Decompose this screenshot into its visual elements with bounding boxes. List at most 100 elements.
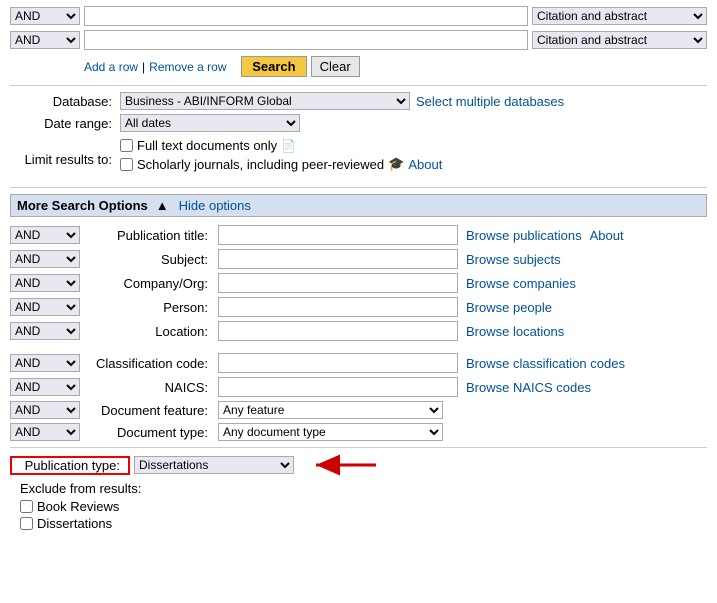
clear-button[interactable]: Clear (311, 56, 360, 77)
exclude-book-reviews-checkbox[interactable] (20, 500, 33, 513)
adv-rows-section-1: ANDORNOT Publication title: Browse publi… (10, 225, 707, 341)
browse-publications-link[interactable]: Browse publications (466, 228, 582, 243)
pub-title-input[interactable] (218, 225, 458, 245)
pub-type-label: Publication type: (10, 456, 130, 475)
search-button[interactable]: Search (241, 56, 306, 77)
browse-locations-link[interactable]: Browse locations (466, 324, 564, 339)
pub-title-row: ANDORNOT Publication title: Browse publi… (10, 225, 707, 245)
classification-label: Classification code: (84, 356, 214, 371)
browse-classification-link[interactable]: Browse classification codes (466, 356, 625, 371)
person-input[interactable] (218, 297, 458, 317)
browse-naics-link[interactable]: Browse NAICS codes (466, 380, 591, 395)
divider-2 (10, 187, 707, 188)
location-row: ANDORNOT Location: Browse locations (10, 321, 707, 341)
naics-row: ANDORNOT NAICS: Browse NAICS codes (10, 377, 707, 397)
naics-label: NAICS: (84, 380, 214, 395)
limit-options: Full text documents only 📄 Scholarly jou… (120, 138, 442, 175)
divider-3 (10, 447, 707, 448)
exclude-dissertations-label: Dissertations (37, 516, 112, 531)
more-options-label: More Search Options (17, 198, 148, 213)
subject-input[interactable] (218, 249, 458, 269)
classification-operator[interactable]: ANDORNOT (10, 354, 80, 372)
company-input[interactable] (218, 273, 458, 293)
browse-subjects-link[interactable]: Browse subjects (466, 252, 561, 267)
doc-type-select[interactable]: Any document type Article Book review Di… (218, 423, 443, 441)
doc-type-operator[interactable]: ANDORNOT (10, 423, 80, 441)
adv-rows-section-2: ANDORNOT Classification code: Browse cla… (10, 353, 707, 441)
about-publications-link[interactable]: About (590, 228, 624, 243)
divider-1 (10, 85, 707, 86)
search-input-1[interactable] (84, 6, 528, 26)
operator-select-1[interactable]: ANDORNOT (10, 7, 80, 25)
doc-feature-select[interactable]: Any feature Charts Diagrams Graphs Maps … (218, 401, 443, 419)
location-label: Location: (84, 324, 214, 339)
red-arrow-icon (306, 454, 386, 476)
person-label: Person: (84, 300, 214, 315)
exclude-section: Exclude from results: Book Reviews Disse… (20, 481, 707, 531)
operator-select-2[interactable]: ANDORNOT (10, 31, 80, 49)
exclude-book-reviews-label: Book Reviews (37, 499, 119, 514)
pub-type-row: Publication type: All Dissertations Jour… (10, 454, 707, 476)
classification-input[interactable] (218, 353, 458, 373)
doc-feature-operator[interactable]: ANDORNOT (10, 401, 80, 419)
naics-input[interactable] (218, 377, 458, 397)
subject-label: Subject: (84, 252, 214, 267)
add-row-link[interactable]: Add a row (84, 60, 138, 74)
search-row-2: ANDORNOT Citation and abstract Title Abs… (10, 30, 707, 50)
exclude-dissertations-checkbox[interactable] (20, 517, 33, 530)
separator: | (142, 60, 145, 74)
hide-options-link[interactable]: Hide options (179, 198, 251, 213)
exclude-label: Exclude from results: (20, 481, 707, 496)
pub-type-select[interactable]: All Dissertations Journals Newspapers Wi… (134, 456, 294, 474)
about-scholarly-link[interactable]: About (408, 157, 442, 172)
options-section: Database: Business - ABI/INFORM Global A… (10, 92, 707, 132)
scholarly-limit-row: Scholarly journals, including peer-revie… (120, 156, 442, 172)
main-container: ANDORNOT Citation and abstract Title Abs… (0, 0, 717, 539)
company-label: Company/Org: (84, 276, 214, 291)
location-operator[interactable]: ANDORNOT (10, 322, 80, 340)
remove-row-link[interactable]: Remove a row (149, 60, 226, 74)
caret-up-icon: ▲ (156, 198, 169, 213)
limit-label: Limit results to: (10, 152, 120, 167)
scholarly-checkbox[interactable] (120, 158, 133, 171)
select-databases-link[interactable]: Select multiple databases (416, 94, 564, 109)
browse-people-link[interactable]: Browse people (466, 300, 552, 315)
row-actions: Add a row | Remove a row Search Clear (84, 56, 707, 77)
person-operator[interactable]: ANDORNOT (10, 298, 80, 316)
database-row: Database: Business - ABI/INFORM Global A… (10, 92, 707, 110)
date-range-select[interactable]: All dates Last year Last 5 years (120, 114, 300, 132)
company-row: ANDORNOT Company/Org: Browse companies (10, 273, 707, 293)
search-rows-section: ANDORNOT Citation and abstract Title Abs… (10, 6, 707, 50)
browse-companies-link[interactable]: Browse companies (466, 276, 576, 291)
fulltext-checkbox[interactable] (120, 139, 133, 152)
more-options-bar: More Search Options ▲ Hide options (10, 194, 707, 217)
naics-operator[interactable]: ANDORNOT (10, 378, 80, 396)
mortar-icon: 🎓 (388, 156, 404, 172)
pub-title-operator[interactable]: ANDORNOT (10, 226, 80, 244)
doc-feature-label: Document feature: (84, 403, 214, 418)
doc-type-label: Document type: (84, 425, 214, 440)
subject-row: ANDORNOT Subject: Browse subjects (10, 249, 707, 269)
pub-title-label: Publication title: (84, 228, 214, 243)
fulltext-limit-row: Full text documents only 📄 (120, 138, 442, 153)
fulltext-label: Full text documents only (137, 138, 277, 153)
subject-operator[interactable]: ANDORNOT (10, 250, 80, 268)
date-range-row: Date range: All dates Last year Last 5 y… (10, 114, 707, 132)
company-operator[interactable]: ANDORNOT (10, 274, 80, 292)
search-input-2[interactable] (84, 30, 528, 50)
field-select-2[interactable]: Citation and abstract Title Abstract Aut… (532, 31, 707, 49)
database-label: Database: (10, 94, 120, 109)
scholarly-label: Scholarly journals, including peer-revie… (137, 157, 384, 172)
limit-label-row: Limit results to: Full text documents on… (10, 138, 707, 181)
location-input[interactable] (218, 321, 458, 341)
doc-type-row: ANDORNOT Document type: Any document typ… (10, 423, 707, 441)
exclude-book-reviews-row: Book Reviews (20, 499, 707, 514)
person-row: ANDORNOT Person: Browse people (10, 297, 707, 317)
doc-feature-row: ANDORNOT Document feature: Any feature C… (10, 401, 707, 419)
database-select[interactable]: Business - ABI/INFORM Global ABI/INFORM … (120, 92, 410, 110)
date-range-label: Date range: (10, 116, 120, 131)
field-select-1[interactable]: Citation and abstract Title Abstract Aut… (532, 7, 707, 25)
search-row-1: ANDORNOT Citation and abstract Title Abs… (10, 6, 707, 26)
pub-type-section: Publication type: All Dissertations Jour… (10, 454, 707, 476)
exclude-dissertations-row: Dissertations (20, 516, 707, 531)
